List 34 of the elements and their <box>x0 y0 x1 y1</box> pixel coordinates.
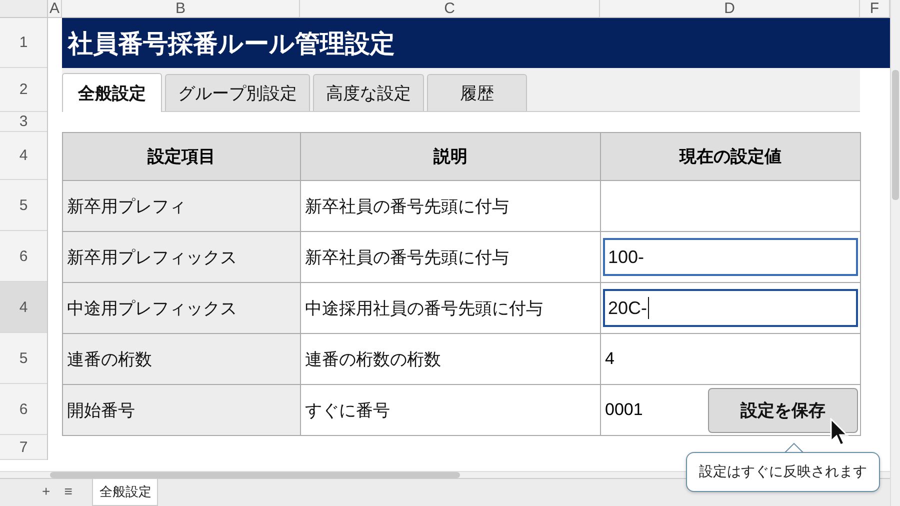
column-header[interactable]: C <box>300 0 600 17</box>
select-all-corner[interactable] <box>0 0 48 17</box>
table-cell: 連番の桁数 <box>63 334 301 385</box>
table-cell: 中途採用社員の番号先頭に付与 <box>301 283 601 334</box>
value-text: 0001 <box>604 400 643 420</box>
column-header[interactable]: A <box>48 0 62 17</box>
table-cell: 新卒社員の番号先頭に付与 <box>301 181 601 232</box>
value-text: 4 <box>604 349 614 369</box>
vertical-scrollbar[interactable] <box>890 0 900 506</box>
table-cell: すぐに番号 <box>301 385 601 436</box>
sheet-tab[interactable]: 全般設定 <box>92 479 158 506</box>
table-cell: 新卒社員の番号先頭に付与 <box>301 232 601 283</box>
tab[interactable]: 履歴 <box>427 74 527 111</box>
value-field[interactable]: 20C- <box>603 289 858 327</box>
save-button[interactable]: 設定を保存 <box>708 388 858 432</box>
table-cell: 中途用プレフィックス <box>63 283 301 334</box>
text-cursor <box>648 297 650 319</box>
table-cell: 新卒用プレフィ <box>63 181 301 232</box>
column-heading: 説明 <box>301 133 601 181</box>
tab[interactable]: 全般設定 <box>62 73 162 112</box>
row-header[interactable]: 4 <box>0 282 47 333</box>
tab[interactable]: 高度な設定 <box>313 74 424 111</box>
title-banner: 社員番号採番ルール管理設定 <box>62 18 890 68</box>
column-header[interactable]: B <box>62 0 300 17</box>
column-heading: 現在の設定値 <box>601 133 861 181</box>
column-header[interactable]: D <box>600 0 860 17</box>
sheet-list-button[interactable]: ≡ <box>62 479 74 503</box>
column-heading: 設定項目 <box>63 133 301 181</box>
table-cell: 新卒用プレフィックス <box>63 232 301 283</box>
tab[interactable]: グループ別設定 <box>165 74 310 111</box>
table-cell: 連番の桁数の桁数 <box>301 334 601 385</box>
value-field[interactable]: 100- <box>603 238 858 276</box>
table-cell: 開始番号 <box>63 385 301 436</box>
add-sheet-button[interactable]: + <box>40 479 52 503</box>
